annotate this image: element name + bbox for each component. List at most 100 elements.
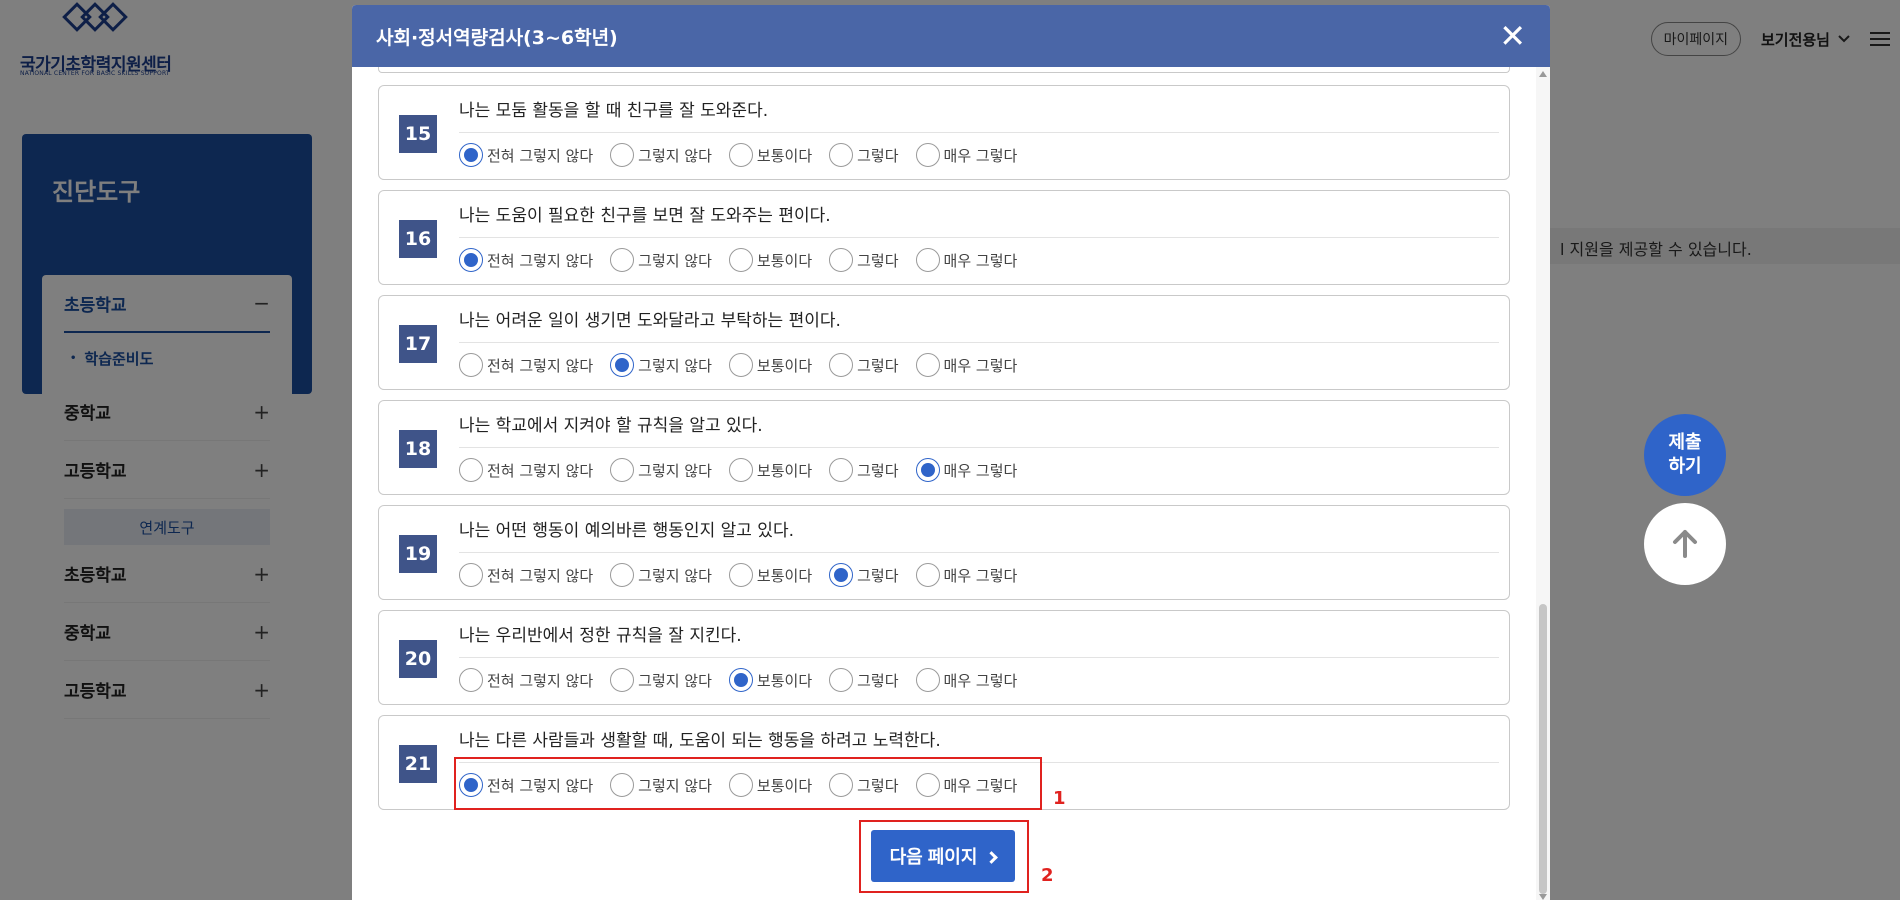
answer-option-label: 그렇다	[857, 356, 899, 375]
answer-option-label: 그렇지 않다	[638, 251, 712, 270]
answer-option[interactable]: 매우 그렇다	[915, 563, 1017, 587]
next-page-button[interactable]: 다음 페이지	[871, 830, 1015, 882]
question-text: 나는 학교에서 지켜야 할 규칙을 알고 있다.	[459, 416, 763, 436]
modal-body: 15 나는 모둠 활동을 할 때 친구를 잘 도와준다. 전혀 그렇지 않다 그렇지 …	[352, 67, 1550, 900]
close-icon[interactable]: ✕	[1499, 20, 1526, 52]
answer-option[interactable]: 매우 그렇다	[915, 248, 1017, 272]
radio-button[interactable]	[728, 773, 753, 797]
radio-button[interactable]	[610, 773, 635, 797]
answer-option-label: 그렇지 않다	[638, 356, 712, 375]
radio-button[interactable]	[610, 458, 635, 482]
radio-button[interactable]	[915, 773, 940, 797]
answer-option[interactable]: 그렇다	[829, 458, 899, 482]
answer-option-label: 그렇지 않다	[638, 671, 712, 690]
radio-button[interactable]	[915, 563, 940, 587]
answer-options: 전혀 그렇지 않다 그렇지 않다 보통이다 그렇다 매우 그렇다	[459, 143, 1034, 167]
radio-button[interactable]	[728, 143, 753, 167]
radio-button[interactable]	[915, 248, 940, 272]
answer-option[interactable]: 그렇다	[829, 248, 899, 272]
radio-button[interactable]	[610, 248, 635, 272]
next-page-label: 다음 페이지	[889, 847, 978, 867]
scroll-thumb[interactable]	[1539, 604, 1547, 894]
answer-option[interactable]: 전혀 그렇지 않다	[459, 458, 593, 482]
answer-option[interactable]: 전혀 그렇지 않다	[459, 668, 593, 692]
answer-option-label: 그렇지 않다	[638, 146, 712, 165]
radio-button[interactable]	[829, 773, 854, 797]
answer-option[interactable]: 보통이다	[728, 458, 812, 482]
radio-button[interactable]	[829, 248, 854, 272]
radio-button[interactable]	[829, 353, 854, 377]
radio-button[interactable]	[728, 458, 753, 482]
answer-option[interactable]: 전혀 그렇지 않다	[459, 143, 593, 167]
radio-button[interactable]	[915, 668, 940, 692]
modal-title: 사회·정서역량검사(3~6학년)	[376, 26, 618, 49]
answer-option[interactable]: 전혀 그렇지 않다	[459, 353, 593, 377]
answer-option[interactable]: 그렇다	[829, 143, 899, 167]
answer-option-label: 매우 그렇다	[943, 671, 1018, 690]
submit-label-line1: 제출	[1668, 431, 1702, 453]
radio-button[interactable]	[915, 143, 940, 167]
scroll-up-arrow-icon[interactable]	[1539, 71, 1547, 77]
answer-option[interactable]: 그렇다	[829, 773, 899, 797]
answer-option[interactable]: 매우 그렇다	[915, 668, 1018, 692]
radio-button[interactable]	[459, 668, 483, 692]
answer-option[interactable]: 그렇다	[829, 668, 899, 692]
radio-button[interactable]	[915, 353, 940, 377]
answer-option[interactable]: 그렇지 않다	[610, 248, 712, 272]
answer-option[interactable]: 보통이다	[728, 353, 812, 377]
question-divider	[459, 762, 1499, 763]
question-number: 15	[399, 115, 437, 153]
answer-option[interactable]: 보통이다	[728, 668, 812, 692]
answer-option[interactable]: 전혀 그렇지 않다	[459, 248, 593, 272]
radio-button[interactable]	[829, 458, 854, 482]
answer-option[interactable]: 매우 그렇다	[915, 143, 1017, 167]
answer-option-label: 보통이다	[756, 776, 813, 795]
submit-button[interactable]: 제출 하기	[1644, 414, 1726, 496]
radio-button[interactable]	[915, 458, 940, 482]
question-card: 15 나는 모둠 활동을 할 때 친구를 잘 도와준다. 전혀 그렇지 않다 그렇지 …	[378, 85, 1510, 180]
radio-button[interactable]	[728, 563, 753, 587]
question-card: 16 나는 도움이 필요한 친구를 보면 잘 도와주는 편이다. 전혀 그렇지 않다…	[378, 190, 1510, 285]
answer-options: 전혀 그렇지 않다 그렇지 않다 보통이다 그렇다 매우 그렇다	[459, 563, 1034, 587]
answer-option[interactable]: 보통이다	[728, 563, 812, 587]
radio-button[interactable]	[459, 248, 483, 272]
radio-button[interactable]	[829, 668, 854, 692]
question-number: 18	[399, 430, 437, 468]
answer-option[interactable]: 전혀 그렇지 않다	[459, 773, 593, 797]
answer-option[interactable]: 그렇다	[829, 353, 899, 377]
answer-option[interactable]: 그렇지 않다	[610, 668, 712, 692]
annotation-box-2: 다음 페이지	[859, 820, 1029, 893]
answer-option[interactable]: 그렇지 않다	[610, 143, 712, 167]
radio-button[interactable]	[459, 563, 483, 587]
answer-option[interactable]: 그렇지 않다	[610, 458, 712, 482]
answer-option[interactable]: 매우 그렇다	[915, 353, 1017, 377]
radio-button[interactable]	[728, 248, 753, 272]
scroll-top-button[interactable]	[1644, 503, 1726, 585]
answer-option-label: 전혀 그렇지 않다	[487, 251, 594, 270]
radio-button[interactable]	[728, 353, 753, 377]
radio-button[interactable]	[610, 668, 635, 692]
radio-button[interactable]	[459, 353, 483, 377]
answer-option[interactable]: 그렇지 않다	[610, 563, 712, 587]
answer-option[interactable]: 그렇지 않다	[610, 773, 712, 797]
scroll-down-arrow-icon[interactable]	[1539, 894, 1547, 900]
radio-button[interactable]	[829, 563, 854, 587]
radio-button[interactable]	[610, 563, 635, 587]
answer-option[interactable]: 그렇다	[829, 563, 899, 587]
radio-button[interactable]	[829, 143, 854, 167]
answer-option[interactable]: 그렇지 않다	[610, 353, 712, 377]
answer-option-label: 그렇다	[857, 776, 899, 795]
modal-scrollbar[interactable]	[1536, 67, 1550, 900]
radio-button[interactable]	[610, 143, 635, 167]
radio-button[interactable]	[728, 668, 753, 692]
answer-option[interactable]: 보통이다	[728, 143, 812, 167]
answer-option[interactable]: 보통이다	[728, 248, 812, 272]
radio-button[interactable]	[459, 773, 483, 797]
answer-option[interactable]: 매우 그렇다	[915, 458, 1017, 482]
radio-button[interactable]	[459, 143, 483, 167]
answer-option[interactable]: 전혀 그렇지 않다	[459, 563, 593, 587]
radio-button[interactable]	[610, 353, 635, 377]
radio-button[interactable]	[459, 458, 483, 482]
answer-option[interactable]: 보통이다	[728, 773, 813, 797]
answer-option[interactable]: 매우 그렇다	[915, 773, 1017, 797]
